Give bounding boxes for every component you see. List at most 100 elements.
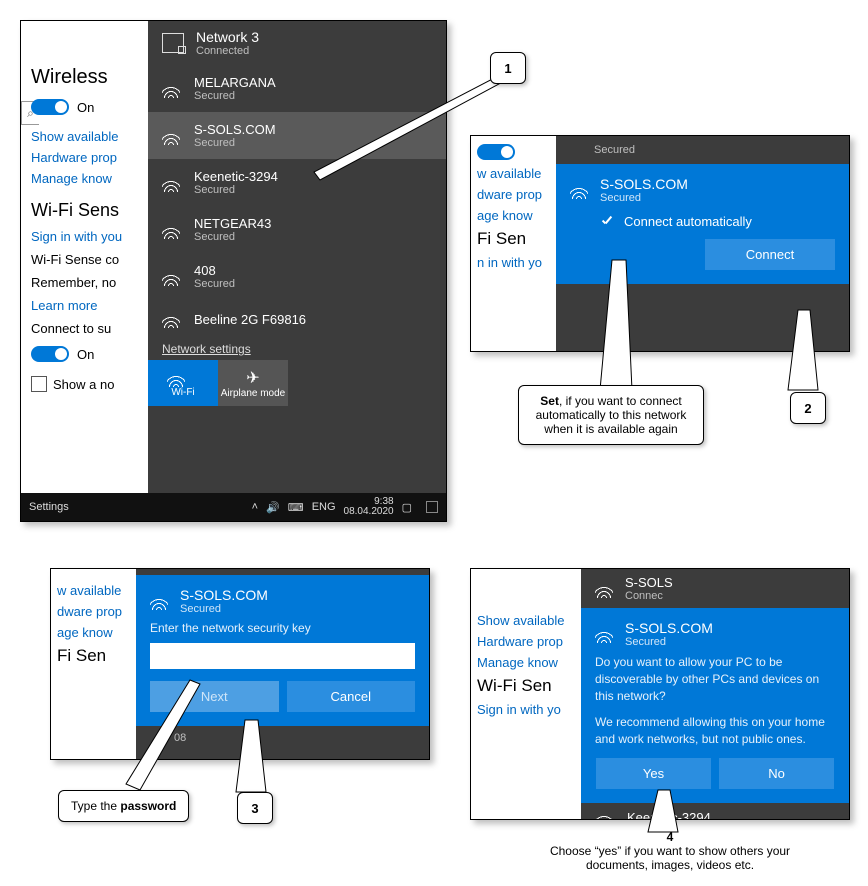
show-notif-checkbox[interactable]: Show a no bbox=[31, 376, 138, 392]
tray-notif-icon[interactable]: ▢ bbox=[402, 501, 412, 514]
p4-grey-sub: Connec bbox=[625, 590, 673, 602]
caption-4-text: Choose “yes” if you want to show others … bbox=[550, 844, 790, 872]
airplane-icon: ✈ bbox=[246, 368, 259, 388]
wifi-icon bbox=[162, 268, 180, 286]
link-learn-more[interactable]: Learn more bbox=[31, 298, 138, 313]
p2-net-name: S-SOLS.COM bbox=[600, 176, 688, 192]
link-signin[interactable]: Sign in with you bbox=[31, 229, 138, 244]
p2-grey-top: Secured bbox=[556, 136, 849, 164]
link-hardware-props[interactable]: Hardware prop bbox=[31, 150, 138, 165]
wifi-toggle[interactable] bbox=[31, 99, 69, 115]
network-security: Secured bbox=[194, 90, 276, 102]
mode-wifi[interactable]: Wi-Fi bbox=[148, 360, 218, 406]
bubble-auto-bold: Set bbox=[540, 394, 559, 408]
checkmark-icon bbox=[600, 215, 614, 229]
show-notif-label: Show a no bbox=[53, 377, 114, 392]
network-name: 408 bbox=[194, 263, 235, 278]
p4-signin[interactable]: Sign in with yo bbox=[477, 702, 575, 717]
p4-link1[interactable]: Show available bbox=[477, 613, 575, 628]
bubble-password: Type the password bbox=[58, 790, 189, 822]
p3-section: Fi Sen bbox=[57, 646, 130, 666]
current-network-status: Connected bbox=[196, 45, 259, 57]
wifi-icon bbox=[162, 221, 180, 239]
callout-1: 1 bbox=[490, 52, 526, 84]
wifi-icon bbox=[570, 181, 588, 199]
p3-net-sec: Secured bbox=[180, 603, 268, 615]
panel-step4: Show available Hardware prop Manage know… bbox=[470, 568, 850, 820]
connect-button[interactable]: Connect bbox=[705, 239, 835, 270]
p4-right: S-SOLS Connec S-SOLS.COM Secured Do you … bbox=[581, 569, 849, 819]
tray-date: 08.04.2020 bbox=[344, 507, 394, 517]
wifi-sense-heading: Wi-Fi Sens bbox=[31, 200, 138, 221]
taskbar-settings[interactable]: Settings bbox=[29, 501, 69, 513]
network-item[interactable]: 408Secured bbox=[148, 253, 446, 300]
yes-button[interactable]: Yes bbox=[596, 758, 711, 789]
ethernet-icon bbox=[162, 33, 184, 53]
network-item[interactable]: Beeline 2G F69816 bbox=[148, 300, 446, 338]
sense-toggle-label: On bbox=[77, 347, 94, 362]
settings-left-pane: Wireless ⌕ On Show available Hardware pr… bbox=[21, 21, 148, 521]
cancel-button[interactable]: Cancel bbox=[287, 681, 416, 712]
network-header: Network 3 Connected bbox=[148, 21, 446, 65]
network-name: Keenetic-3294 bbox=[194, 169, 278, 184]
p2-signin[interactable]: n in with yo bbox=[477, 255, 550, 270]
tray-lang[interactable]: ENG bbox=[312, 501, 336, 513]
p4-net-name: S-SOLS.COM bbox=[625, 620, 713, 636]
link-manage-known[interactable]: Manage know bbox=[31, 171, 138, 186]
password-input[interactable] bbox=[150, 643, 415, 669]
callout-2: 2 bbox=[790, 392, 826, 424]
wifi-icon bbox=[595, 625, 613, 643]
tray-keyboard-icon[interactable]: ⌨ bbox=[288, 501, 304, 514]
p3-link2[interactable]: dware prop bbox=[57, 604, 130, 619]
tray-volume-icon[interactable]: 🔊 bbox=[266, 501, 280, 514]
network-security: Secured bbox=[194, 231, 271, 243]
text-remember: Remember, no bbox=[31, 275, 138, 290]
p4-net-sec: Secured bbox=[625, 636, 713, 648]
tray-up-icon[interactable]: ˄ bbox=[252, 501, 258, 513]
mode-airplane[interactable]: ✈ Airplane mode bbox=[218, 360, 288, 406]
p4-section: Wi-Fi Sen bbox=[477, 676, 575, 696]
p2-link3[interactable]: age know bbox=[477, 208, 550, 223]
p3-net-name: S-SOLS.COM bbox=[180, 587, 268, 603]
discover-msg1: Do you want to allow your PC to be disco… bbox=[595, 654, 835, 704]
wifi-toggle-label: On bbox=[77, 100, 94, 115]
wifi-icon bbox=[162, 127, 180, 145]
current-network-name: Network 3 bbox=[196, 29, 259, 45]
wifi-icon bbox=[595, 580, 613, 598]
p3-link1[interactable]: w available bbox=[57, 583, 130, 598]
password-prompt: Enter the network security key bbox=[150, 621, 415, 635]
text-connect-suggested: Connect to su bbox=[31, 321, 138, 336]
connect-auto-checkbox[interactable]: Connect automatically bbox=[600, 214, 835, 229]
wifi-icon bbox=[162, 80, 180, 98]
wifi-icon bbox=[595, 809, 613, 820]
mode-airplane-label: Airplane mode bbox=[221, 388, 285, 399]
p3-link3[interactable]: age know bbox=[57, 625, 130, 640]
sense-toggle[interactable] bbox=[31, 346, 69, 362]
network-security: Secured bbox=[194, 278, 235, 290]
link-show-available[interactable]: Show available bbox=[31, 129, 138, 144]
text-sense: Wi-Fi Sense co bbox=[31, 252, 138, 267]
wifi-icon bbox=[150, 592, 168, 610]
callout-3: 3 bbox=[237, 792, 273, 824]
network-name: S-SOLS.COM bbox=[194, 122, 276, 137]
network-settings-link[interactable]: Network settings bbox=[148, 338, 446, 360]
p4-link2[interactable]: Hardware prop bbox=[477, 634, 575, 649]
mode-wifi-label: Wi-Fi bbox=[171, 387, 194, 398]
taskbar: Settings ˄ 🔊 ⌨ ENG 9:38 08.04.2020 ▢ bbox=[21, 493, 446, 521]
wireless-heading: Wireless bbox=[31, 66, 138, 89]
tray-show-desktop[interactable] bbox=[426, 501, 438, 513]
network-name: Beeline 2G F69816 bbox=[194, 312, 306, 327]
no-button[interactable]: No bbox=[719, 758, 834, 789]
connect-auto-label: Connect automatically bbox=[624, 214, 752, 229]
network-security: Secured bbox=[194, 137, 276, 149]
p2-section: Fi Sen bbox=[477, 229, 550, 249]
network-name: NETGEAR43 bbox=[194, 216, 271, 231]
network-item[interactable]: NETGEAR43Secured bbox=[148, 206, 446, 253]
wifi-icon bbox=[167, 369, 185, 387]
discover-msg2: We recommend allowing this on your home … bbox=[595, 714, 835, 748]
bubble-auto: Set, if you want to connect automaticall… bbox=[518, 385, 704, 445]
p4-link3[interactable]: Manage know bbox=[477, 655, 575, 670]
network-security: Secured bbox=[194, 184, 278, 196]
network-name: MELARGANA bbox=[194, 75, 276, 90]
p2-net-sec: Secured bbox=[600, 192, 688, 204]
